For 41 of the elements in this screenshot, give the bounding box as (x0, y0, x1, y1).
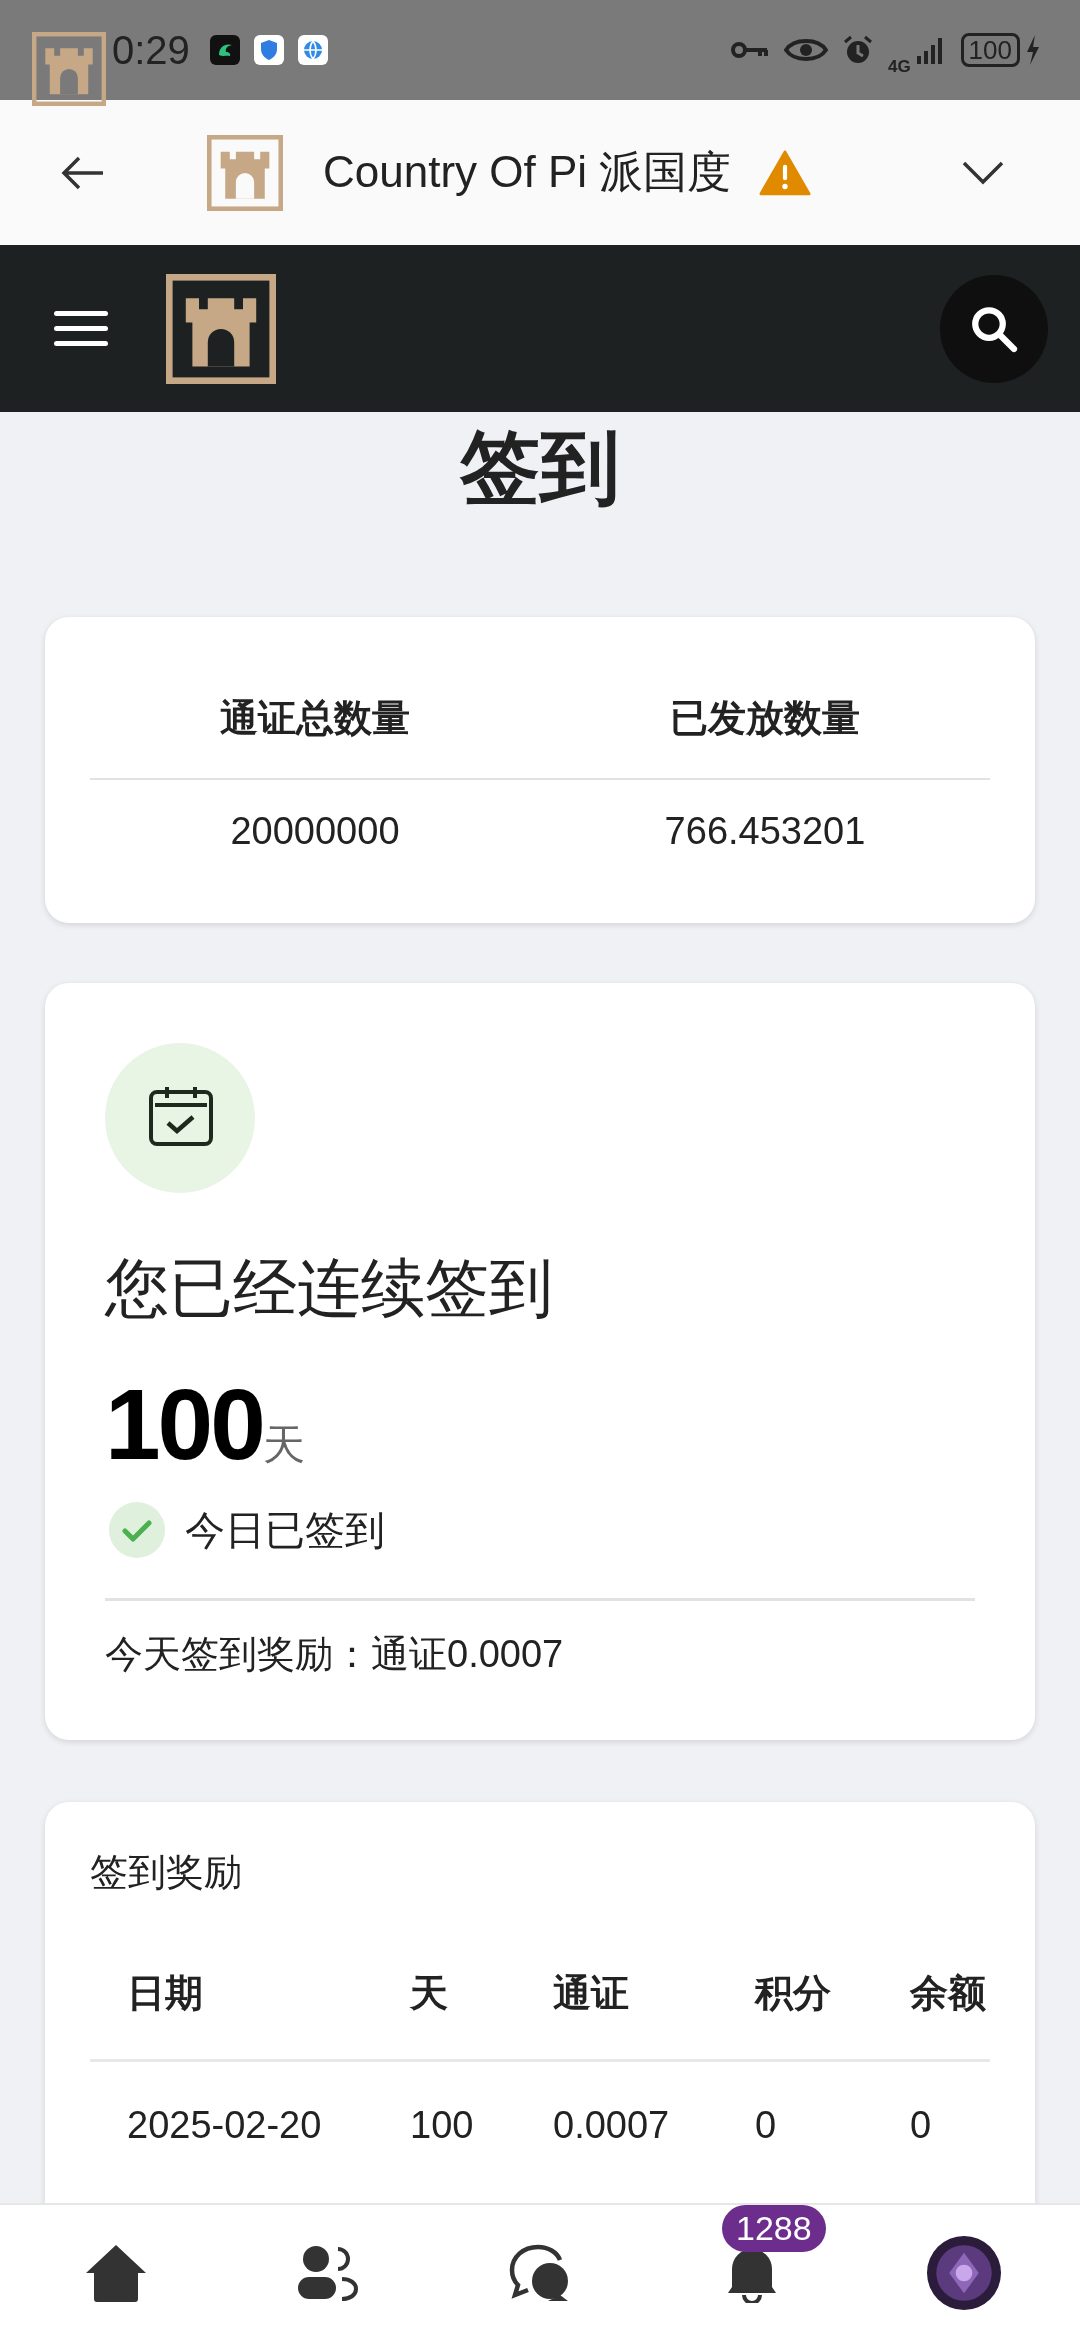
warning-icon[interactable] (759, 149, 812, 196)
table-cell-text: 0 (755, 2103, 778, 2148)
status-time: 0:29 (112, 27, 190, 73)
calendar-check-icon (105, 1043, 255, 1193)
reward-text: 今天签到奖励：通证0.0007 (105, 1632, 564, 1677)
days-unit: 天 (262, 1420, 305, 1470)
app-title: Country Of Pi 派国度 (323, 146, 732, 198)
column-header: 通证总数量 (219, 696, 411, 741)
alarm-icon (841, 34, 874, 66)
column-header: 日期 (126, 1971, 204, 2016)
network-label: 4G (887, 56, 911, 77)
stat-value: 20000000 (229, 809, 401, 853)
column-header: 积分 (755, 1971, 832, 2016)
streak-days: 100 (105, 1374, 263, 1474)
castle-logo-icon (207, 134, 283, 211)
page-title: 签到 (459, 424, 621, 512)
stat-value: 766.453201 (663, 809, 867, 853)
column-header: 余额 (910, 1971, 987, 2016)
column-header: 通证 (553, 1971, 630, 2016)
table-cell-text: 100 (410, 2103, 475, 2148)
rewards-title: 签到奖励 (90, 1850, 243, 1895)
avatar[interactable] (927, 2235, 1001, 2310)
globe-icon (297, 35, 328, 65)
column-header: 天 (410, 1971, 449, 2016)
notification-badge: 1288 (722, 2204, 826, 2252)
chevron-down-icon[interactable] (961, 159, 1005, 186)
eye-icon (783, 36, 828, 64)
menu-icon[interactable] (54, 309, 108, 348)
charging-icon (1026, 34, 1040, 66)
column-header: 已发放数量 (669, 696, 861, 741)
checkin-status: 今日已签到 (185, 1506, 385, 1554)
streak-heading: 您已经连续签到 (105, 1251, 553, 1326)
home-icon[interactable] (84, 2242, 148, 2303)
table-cell-text: 0.0007 (553, 2103, 671, 2148)
app-notification-icon (209, 35, 240, 65)
table-cell-text: 2025-02-20 (126, 2103, 323, 2148)
table-cell-text: 0 (910, 2103, 933, 2148)
shield-icon (253, 35, 284, 65)
battery-level: 100 (960, 33, 1020, 67)
castle-logo-icon[interactable] (166, 273, 276, 384)
floating-castle-icon[interactable] (32, 32, 106, 106)
